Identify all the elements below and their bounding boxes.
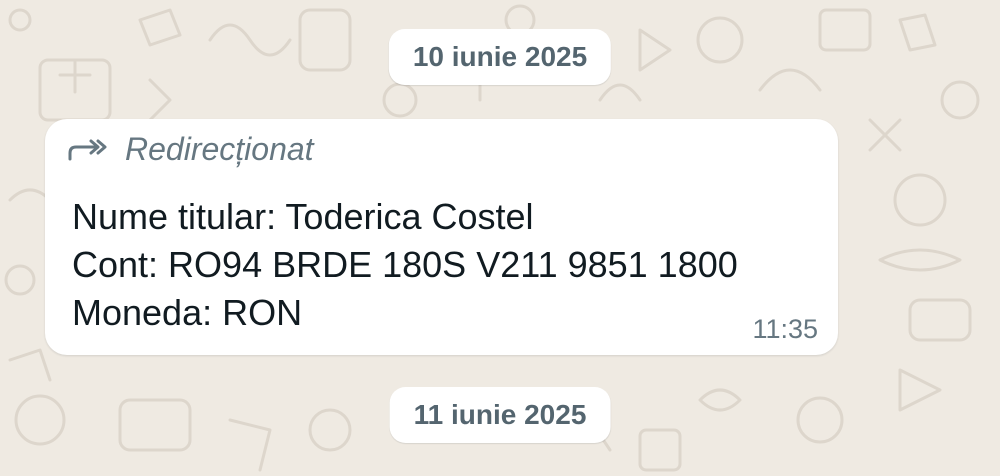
message-text: Nume titular: Toderica Costel Cont: RO94… [72,193,738,337]
forwarded-label: Redirecționat [125,131,314,167]
message-timestamp: 11:35 [752,314,818,344]
message-line-holder: Nume titular: Toderica Costel [72,196,534,237]
message-bubble[interactable]: Redirecționat Nume titular: Toderica Cos… [45,119,838,355]
message-line-currency: Moneda: RON [72,292,303,333]
forwarded-indicator: Redirecționat [67,131,314,168]
date-separator: 11 iunie 2025 [389,387,611,443]
message-line-account: Cont: RO94 BRDE 180S V211 9851 1800 [72,244,738,285]
forward-arrow-icon [68,139,107,160]
date-separator: 10 iunie 2025 [388,29,612,85]
